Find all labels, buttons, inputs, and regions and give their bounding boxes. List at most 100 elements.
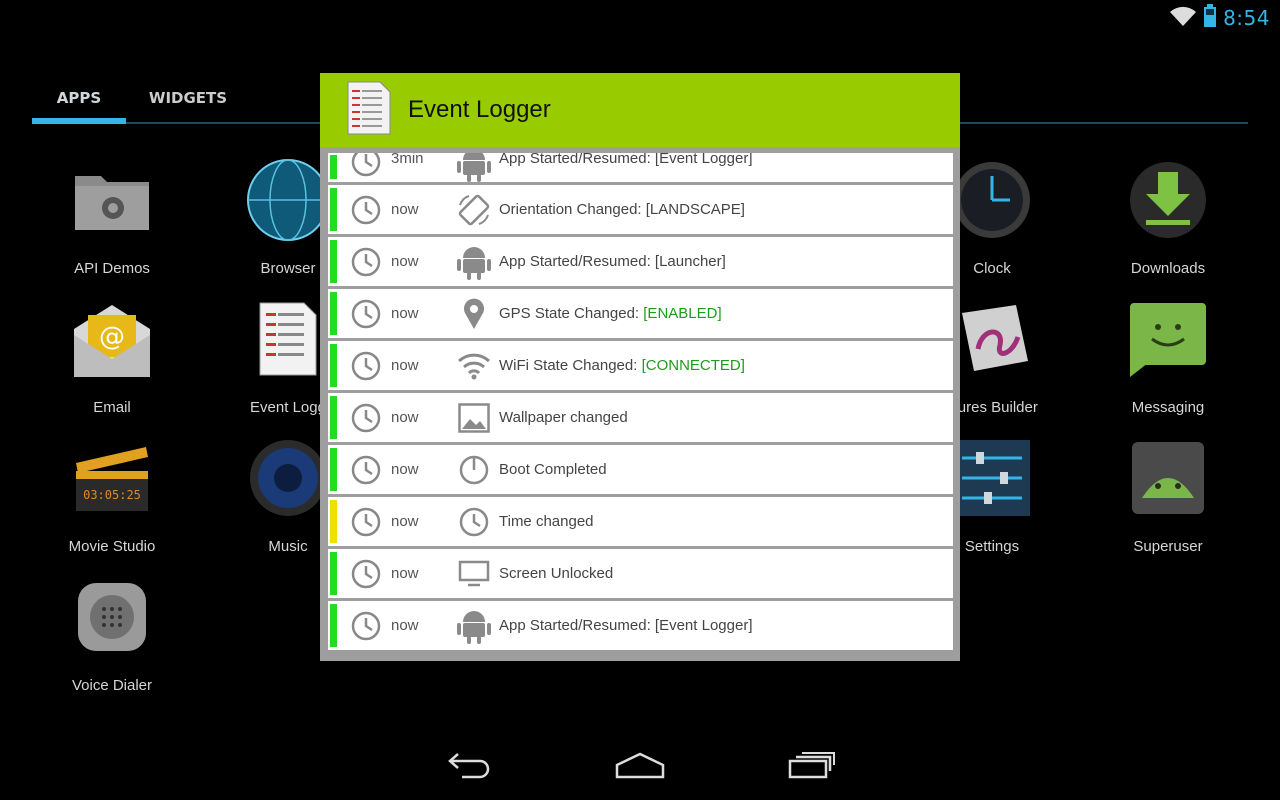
voice-dialer-icon xyxy=(70,575,154,659)
status-time: 8:54 xyxy=(1223,6,1270,30)
status-bar-indicator xyxy=(330,396,337,439)
wifi-icon xyxy=(456,348,492,384)
log-row[interactable]: 3min App Started/Resumed: [Event Logger] xyxy=(328,153,953,182)
clock-icon xyxy=(351,507,381,536)
download-icon xyxy=(1126,158,1210,242)
clock-icon xyxy=(351,153,381,177)
clapperboard-icon: 03:05:25 xyxy=(70,436,154,520)
log-row[interactable]: now GPS State Changed: [ENABLED] xyxy=(328,289,953,338)
app-label: Browser xyxy=(260,260,316,277)
tab-widgets[interactable]: WIDGETS xyxy=(142,74,234,122)
log-time: now xyxy=(391,253,419,270)
log-time: now xyxy=(391,357,419,374)
clock-icon xyxy=(351,403,381,432)
log-row[interactable]: now Wallpaper changed xyxy=(328,393,953,442)
log-time: now xyxy=(391,461,419,478)
log-time: now xyxy=(391,409,419,426)
clock-icon xyxy=(351,299,381,328)
rotate-icon xyxy=(456,192,492,228)
superuser-icon xyxy=(1126,436,1210,520)
log-time: now xyxy=(391,617,419,634)
tab-apps[interactable]: APPS xyxy=(32,74,126,124)
clock-icon xyxy=(456,504,492,540)
clock-icon xyxy=(351,611,381,640)
log-row[interactable]: now App Started/Resumed: [Launcher] xyxy=(328,237,953,286)
log-text: WiFi State Changed: [CONNECTED] xyxy=(499,357,745,374)
app-label: Email xyxy=(93,399,131,416)
log-text: Boot Completed xyxy=(499,461,607,478)
gestures-icon xyxy=(950,297,1034,381)
clock-icon xyxy=(351,195,381,224)
log-text: Orientation Changed: [LANDSCAPE] xyxy=(499,201,745,218)
home-icon xyxy=(615,752,665,779)
location-pin-icon xyxy=(456,296,492,332)
back-icon xyxy=(448,753,490,779)
status-bar-indicator xyxy=(330,500,337,543)
log-time: now xyxy=(391,201,419,218)
settings-sliders-icon xyxy=(950,436,1034,520)
clock-icon xyxy=(351,559,381,588)
navigation-bar xyxy=(0,728,1280,800)
wifi-icon xyxy=(1169,5,1197,31)
log-time: now xyxy=(391,513,419,530)
power-icon xyxy=(456,452,492,488)
speaker-icon xyxy=(246,436,330,520)
app-label: Movie Studio xyxy=(68,538,156,555)
svg-text:@: @ xyxy=(99,322,125,352)
monitor-icon xyxy=(456,556,492,592)
log-text: GPS State Changed: [ENABLED] xyxy=(499,305,722,322)
clock-icon xyxy=(950,158,1034,242)
clock-icon xyxy=(351,247,381,276)
app-voice-dialer[interactable]: Voice Dialer xyxy=(24,571,200,701)
log-row[interactable]: now Boot Completed xyxy=(328,445,953,494)
image-icon xyxy=(456,400,492,436)
app-messaging[interactable]: Messaging xyxy=(1080,293,1256,423)
app-downloads[interactable]: Downloads xyxy=(1080,154,1256,284)
log-text: Screen Unlocked xyxy=(499,565,614,582)
event-log-list[interactable]: 3min App Started/Resumed: [Event Logger]… xyxy=(328,153,953,655)
event-logger-icon xyxy=(246,297,330,381)
status-bar: 8:54 xyxy=(1169,0,1280,36)
log-text: App Started/Resumed: [Event Logger] xyxy=(499,153,753,167)
status-bar-indicator xyxy=(330,240,337,283)
app-email[interactable]: @ Email xyxy=(24,293,200,423)
app-movie-studio[interactable]: 03:05:25 Movie Studio xyxy=(24,432,200,562)
log-row[interactable]: now Time changed xyxy=(328,497,953,546)
log-text: Time changed xyxy=(499,513,594,530)
home-button[interactable] xyxy=(600,740,680,790)
dialog-title: Event Logger xyxy=(408,96,551,123)
recents-button[interactable] xyxy=(772,740,852,790)
app-label: Messaging xyxy=(1131,399,1205,416)
app-label: Event Logg xyxy=(250,399,326,416)
app-label: Voice Dialer xyxy=(71,677,153,694)
log-time: now xyxy=(391,565,419,582)
status-bar-indicator xyxy=(330,188,337,231)
log-row[interactable]: now App Started/Resumed: [Event Logger] xyxy=(328,601,953,650)
status-bar-indicator xyxy=(330,604,337,647)
svg-text:03:05:25: 03:05:25 xyxy=(83,488,141,502)
app-label: Clock xyxy=(973,260,1011,277)
log-text: App Started/Resumed: [Launcher] xyxy=(499,253,726,270)
android-icon xyxy=(456,153,492,182)
android-icon xyxy=(456,244,492,280)
status-bar-indicator xyxy=(330,448,337,491)
clock-icon xyxy=(351,351,381,380)
status-bar-indicator xyxy=(330,292,337,335)
app-label: Superuser xyxy=(1133,538,1203,555)
globe-icon xyxy=(246,158,330,242)
back-button[interactable] xyxy=(430,740,510,790)
recents-icon xyxy=(788,752,835,779)
app-label: Music xyxy=(268,538,308,555)
log-text: App Started/Resumed: [Event Logger] xyxy=(499,617,753,634)
app-superuser[interactable]: Superuser xyxy=(1080,432,1256,562)
log-row[interactable]: now Screen Unlocked xyxy=(328,549,953,598)
android-icon xyxy=(456,608,492,644)
app-label: Settings xyxy=(964,538,1020,555)
log-time: now xyxy=(391,305,419,322)
app-api-demos[interactable]: API Demos xyxy=(24,154,200,284)
log-row[interactable]: now Orientation Changed: [LANDSCAPE] xyxy=(328,185,953,234)
dialog-header: Event Logger xyxy=(320,73,960,147)
app-label: Downloads xyxy=(1130,260,1206,277)
log-row[interactable]: now WiFi State Changed: [CONNECTED] xyxy=(328,341,953,390)
status-bar-indicator xyxy=(330,552,337,595)
